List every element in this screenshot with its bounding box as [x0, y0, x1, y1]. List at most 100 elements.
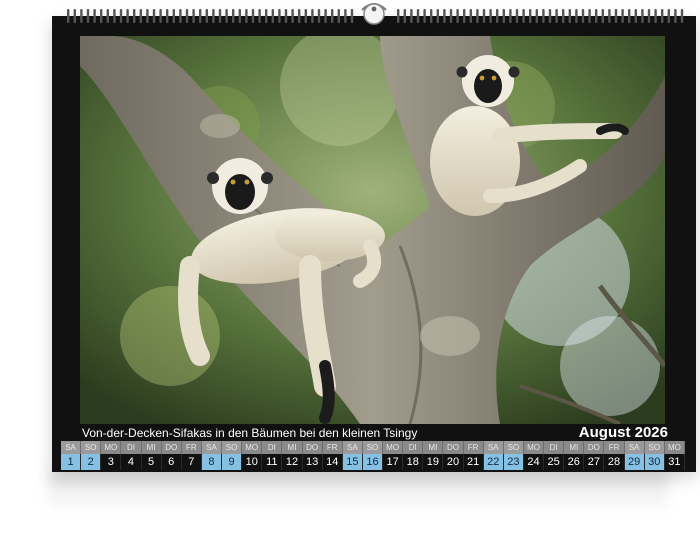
- day-number: 1: [61, 454, 82, 470]
- day-cell: SA 22: [483, 441, 504, 471]
- day-number: 13: [302, 454, 323, 470]
- day-cell: FR 14: [322, 441, 343, 471]
- day-of-week-label: MO: [242, 441, 263, 454]
- day-of-week-label: SA: [61, 441, 82, 454]
- day-number: 18: [403, 454, 424, 470]
- day-number: 8: [201, 454, 223, 470]
- day-of-week-label: FR: [604, 441, 625, 454]
- day-cell: DO 6: [161, 441, 182, 471]
- day-of-week-label: SO: [81, 441, 102, 454]
- day-cell: MO 24: [523, 441, 545, 471]
- day-cell: MI 26: [564, 441, 585, 471]
- day-number: 29: [624, 454, 645, 470]
- day-number: 22: [483, 454, 504, 470]
- day-number: 26: [564, 454, 585, 470]
- day-of-week-label: FR: [322, 441, 343, 454]
- day-strip: SA 1 SO 2 MO 3 DI 4 MI 5 DO 6 FR 7 SA 8 SO 9 MO 10 DI 11 MI 12 D…: [61, 441, 685, 471]
- day-cell: DO 20: [443, 441, 464, 471]
- day-cell: FR 28: [604, 441, 625, 471]
- day-of-week-label: SA: [483, 441, 504, 454]
- day-number: 25: [544, 454, 565, 470]
- day-cell: SO 9: [222, 441, 243, 471]
- calendar-shadow: [48, 470, 668, 515]
- day-of-week-label: SO: [362, 441, 384, 454]
- day-of-week-label: DO: [161, 441, 182, 454]
- day-of-week-label: DO: [584, 441, 605, 454]
- day-cell: SO 16: [362, 441, 384, 471]
- day-cell: SO 23: [503, 441, 524, 471]
- day-cell: SA 15: [342, 441, 363, 471]
- day-cell: MI 5: [141, 441, 162, 471]
- day-of-week-label: MO: [383, 441, 404, 454]
- day-cell: MO 10: [242, 441, 263, 471]
- day-of-week-label: DI: [121, 441, 142, 454]
- day-of-week-label: MI: [423, 441, 444, 454]
- day-number: 16: [362, 454, 384, 470]
- day-of-week-label: MO: [523, 441, 545, 454]
- photo-caption: Von-der-Decken-Sifakas in den Bäumen bei…: [82, 426, 418, 440]
- day-number: 11: [262, 454, 283, 470]
- day-cell: DI 18: [403, 441, 424, 471]
- day-number: 12: [282, 454, 303, 470]
- day-cell: DO 27: [584, 441, 605, 471]
- day-cell: MO 3: [101, 441, 122, 471]
- day-number: 10: [242, 454, 263, 470]
- day-number: 17: [383, 454, 404, 470]
- day-number: 2: [81, 454, 102, 470]
- day-number: 23: [503, 454, 524, 470]
- lemur-tree-photo: [80, 36, 665, 424]
- day-number: 6: [161, 454, 182, 470]
- day-number: 31: [664, 454, 685, 470]
- day-number: 9: [222, 454, 243, 470]
- day-of-week-label: DI: [544, 441, 565, 454]
- day-cell: DI 4: [121, 441, 142, 471]
- day-cell: SA 29: [624, 441, 645, 471]
- day-of-week-label: DI: [262, 441, 283, 454]
- day-of-week-label: MI: [564, 441, 585, 454]
- day-of-week-label: SA: [201, 441, 223, 454]
- day-of-week-label: FR: [463, 441, 484, 454]
- day-cell: FR 7: [181, 441, 202, 471]
- day-cell: MI 19: [423, 441, 444, 471]
- day-of-week-label: SO: [503, 441, 524, 454]
- day-number: 20: [443, 454, 464, 470]
- day-cell: DO 13: [302, 441, 323, 471]
- day-number: 28: [604, 454, 625, 470]
- day-cell: SA 1: [61, 441, 82, 471]
- calendar-photo: [80, 36, 665, 424]
- day-number: 7: [181, 454, 202, 470]
- day-number: 15: [342, 454, 363, 470]
- day-number: 27: [584, 454, 605, 470]
- hanger-hook-icon: [361, 3, 387, 25]
- day-number: 5: [141, 454, 162, 470]
- day-of-week-label: DO: [443, 441, 464, 454]
- day-of-week-label: MO: [101, 441, 122, 454]
- day-of-week-label: SO: [644, 441, 665, 454]
- day-of-week-label: MI: [282, 441, 303, 454]
- day-cell: SO 2: [81, 441, 102, 471]
- day-of-week-label: SO: [222, 441, 243, 454]
- day-number: 19: [423, 454, 444, 470]
- day-cell: SO 30: [644, 441, 665, 471]
- day-cell: MO 17: [383, 441, 404, 471]
- day-of-week-label: DO: [302, 441, 323, 454]
- day-cell: SA 8: [201, 441, 223, 471]
- day-of-week-label: SA: [624, 441, 645, 454]
- day-of-week-label: FR: [181, 441, 202, 454]
- day-of-week-label: DI: [403, 441, 424, 454]
- day-number: 14: [322, 454, 343, 470]
- day-cell: DI 25: [544, 441, 565, 471]
- day-number: 4: [121, 454, 142, 470]
- day-cell: FR 21: [463, 441, 484, 471]
- month-label: August 2026: [578, 424, 668, 441]
- day-number: 3: [101, 454, 122, 470]
- day-of-week-label: MO: [664, 441, 685, 454]
- day-of-week-label: SA: [342, 441, 363, 454]
- day-number: 24: [523, 454, 545, 470]
- day-of-week-label: MI: [141, 441, 162, 454]
- day-cell: MO 31: [664, 441, 685, 471]
- day-cell: MI 12: [282, 441, 303, 471]
- day-number: 21: [463, 454, 484, 470]
- day-cell: DI 11: [262, 441, 283, 471]
- day-number: 30: [644, 454, 665, 470]
